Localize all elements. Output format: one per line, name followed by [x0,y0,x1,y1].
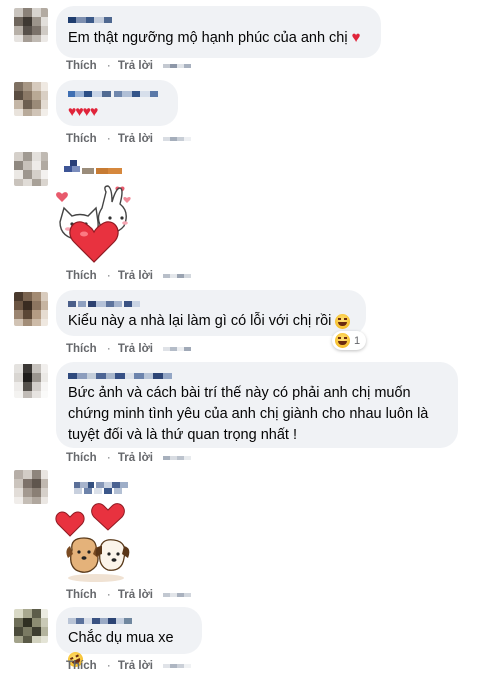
reply-button[interactable]: Trả lời [118,660,153,672]
author-name-redacted[interactable] [68,614,190,628]
heart-right-icon [91,503,125,531]
comment-bubble: ♥♥♥♥ [56,80,178,126]
timestamp-redacted[interactable] [163,345,192,353]
dogs-hearts-sticker [55,503,130,582]
timestamp-redacted[interactable] [163,272,192,280]
reaction-count: 1 [354,334,361,347]
comment-actions: Thích · Trả lời [66,589,198,601]
avatar[interactable] [14,8,48,42]
comment-actions: Thích · Trả lời [66,343,198,355]
floating-heart-icon [123,196,131,203]
like-button[interactable]: Thích [66,133,97,145]
haha-reaction-icon [335,333,350,348]
author-name-redacted[interactable] [68,297,354,311]
timestamp-redacted[interactable] [163,454,192,462]
reaction-badge[interactable]: 1 [332,331,367,350]
avatar[interactable] [14,470,48,504]
author-name-redacted[interactable] [68,369,446,383]
like-button[interactable]: Thích [66,60,97,72]
comment-text: Em thật ngưỡng mộ hạnh phúc của anh chị … [68,29,361,46]
reply-button[interactable]: Trả lời [118,133,153,145]
heart-emoji-icon: ♥ [351,29,361,46]
comment-bubble: Chắc dụ mua xe [56,607,202,670]
timestamp-redacted[interactable] [163,591,192,599]
avatar[interactable] [14,82,48,116]
timestamp-redacted[interactable] [163,662,192,670]
heart-emojis: ♥♥♥♥ [68,103,98,119]
comment-actions: Thích · Trả lời [66,133,198,145]
reply-button[interactable]: Trả lời [118,589,153,601]
comment-actions: Thích · Trả lời [66,452,198,464]
floating-heart-icon [56,192,68,202]
like-button[interactable]: Thích [66,589,97,601]
heart-left-icon [55,511,85,537]
comment-actions: Thích · Trả lời [66,60,198,72]
reply-button[interactable]: Trả lời [118,270,153,282]
avatar[interactable] [14,292,48,326]
comment-actions: Thích · Trả lời [66,660,198,672]
avatar[interactable] [14,609,48,643]
reply-button[interactable]: Trả lời [118,343,153,355]
comment-bubble: Kiểu này a nhà lại làm gì có lỗi với chị… [56,290,366,336]
comment-text: Kiểu này a nhà lại làm gì có lỗi với chị… [68,311,354,332]
comment-text: Bức ảnh và cách bài trí thế này có phải … [68,385,433,443]
comment-actions: Thích · Trả lời [66,270,198,282]
timestamp-redacted[interactable] [163,62,192,70]
comment-bubble: Bức ảnh và cách bài trí thế này có phải … [56,362,458,448]
reply-button[interactable]: Trả lời [118,452,153,464]
author-name-redacted[interactable] [68,13,369,27]
like-button[interactable]: Thích [66,343,97,355]
laughing-face-icon [335,313,351,329]
like-button[interactable]: Thích [66,660,97,672]
dog-brown-icon [66,537,100,573]
timestamp-redacted[interactable] [163,135,192,143]
author-name-redacted[interactable] [68,87,166,101]
like-button[interactable]: Thích [66,452,97,464]
reply-button[interactable]: Trả lời [118,60,153,72]
cat-bunny-heart-sticker [56,185,131,263]
comment-bubble: Em thật ngưỡng mộ hạnh phúc của anh chị … [56,6,381,58]
avatar[interactable] [14,364,48,398]
dog-white-icon [95,539,130,571]
avatar[interactable] [14,152,48,186]
like-button[interactable]: Thích [66,270,97,282]
